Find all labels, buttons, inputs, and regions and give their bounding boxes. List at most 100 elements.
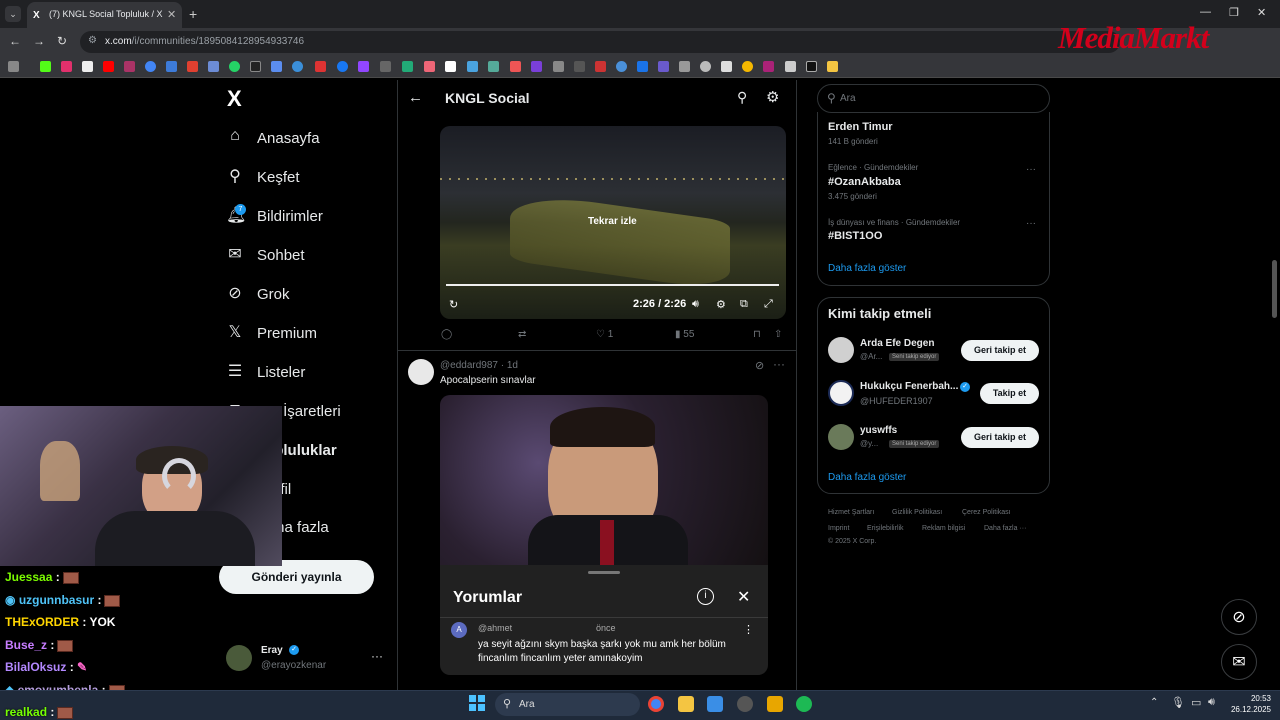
grok-icon[interactable]: ⊘ — [755, 359, 764, 372]
suggested-name[interactable]: yuswffs — [860, 425, 897, 436]
grok-fab-icon[interactable]: ⊘ — [1221, 599, 1257, 635]
bookmark-icon[interactable] — [785, 61, 796, 72]
comment-more-icon[interactable]: ⋮ — [743, 623, 754, 636]
reply-icon[interactable]: ◯ — [441, 329, 452, 340]
bookmark-icon[interactable] — [531, 61, 542, 72]
bookmark-icon[interactable] — [292, 61, 303, 72]
site-info-icon[interactable]: ⚙ — [88, 35, 97, 46]
trend-name[interactable]: #OzanAkbaba — [828, 176, 901, 188]
follow-button[interactable]: Takip et — [980, 383, 1039, 404]
tab-close-icon[interactable]: ✕ — [167, 8, 176, 21]
suggested-name[interactable]: Hukukçu Fenerbah... — [860, 381, 958, 392]
comment-author[interactable]: @ahmet — [478, 623, 512, 633]
views-button[interactable]: ▮ 55 — [675, 329, 694, 340]
footer-link[interactable]: Imprint — [828, 525, 849, 532]
scrollbar[interactable] — [1272, 260, 1277, 318]
trend-more-icon[interactable]: ··· — [1026, 164, 1036, 175]
bookmark-icon[interactable] — [166, 61, 177, 72]
bookmark-icon[interactable] — [124, 61, 135, 72]
bookmark-icon[interactable]: ⊓ — [753, 329, 761, 340]
avatar[interactable] — [828, 337, 854, 363]
bookmark-icon[interactable] — [402, 61, 413, 72]
bookmark-icon[interactable] — [271, 61, 282, 72]
bookmark-icon[interactable] — [61, 61, 72, 72]
footer-link[interactable]: Gizlilik Politikası — [892, 509, 942, 516]
bookmark-icon[interactable] — [337, 61, 348, 72]
clock-time[interactable]: 20:53 — [1245, 694, 1271, 703]
bookmark-icon[interactable] — [380, 61, 391, 72]
avatar[interactable] — [408, 359, 434, 385]
tray-chevron-icon[interactable]: ⌃ — [1150, 697, 1158, 708]
like-button[interactable]: ♡ 1 — [596, 329, 613, 340]
close-window-icon[interactable]: ✕ — [1257, 6, 1266, 19]
clock-date[interactable]: 26.12.2025 — [1226, 705, 1271, 714]
bookmark-icon[interactable] — [510, 61, 521, 72]
account-more-icon[interactable]: ··· — [371, 649, 383, 663]
bookmark-icon[interactable] — [721, 61, 732, 72]
bookmark-icon[interactable] — [82, 61, 93, 72]
photos-icon[interactable] — [707, 696, 723, 712]
bookmark-icon[interactable] — [250, 61, 261, 72]
back-arrow-icon[interactable]: ← — [408, 89, 423, 106]
bookmark-icon[interactable] — [40, 61, 51, 72]
footer-link[interactable]: Hizmet Şartları — [828, 509, 874, 516]
bookmark-icon[interactable] — [806, 61, 817, 72]
bookmark-icon[interactable] — [424, 61, 435, 72]
bookmark-icon[interactable] — [763, 61, 774, 72]
apps-icon[interactable] — [8, 61, 19, 72]
settings-gear-icon[interactable]: ⚙ — [766, 88, 779, 106]
footer-link[interactable]: Daha fazla ··· — [984, 525, 1026, 532]
video-settings-icon[interactable]: ⚙ — [716, 298, 726, 311]
back-icon[interactable]: ← — [9, 34, 21, 48]
maximize-icon[interactable]: ❐ — [1229, 6, 1239, 19]
bookmark-icon[interactable] — [358, 61, 369, 72]
file-explorer-icon[interactable] — [678, 696, 694, 712]
bookmark-icon[interactable] — [229, 61, 240, 72]
tab-search-icon[interactable]: ⌄ — [5, 6, 21, 22]
bookmark-icon[interactable] — [679, 61, 690, 72]
bookmark-icon[interactable] — [445, 61, 456, 72]
search-input[interactable]: ⚲ Ara — [817, 84, 1050, 113]
pip-icon[interactable]: ⧉ — [740, 298, 748, 311]
mic-icon[interactable]: 🎙︎ — [1171, 696, 1185, 709]
fullscreen-icon[interactable]: ⤢ — [764, 298, 773, 311]
bookmark-icon[interactable] — [742, 61, 753, 72]
replay-icon[interactable]: ↻ — [449, 298, 458, 311]
video-progress-bar[interactable] — [446, 284, 779, 286]
post-more-icon[interactable]: ··· — [773, 357, 785, 371]
forward-icon[interactable]: → — [33, 34, 45, 48]
minimize-icon[interactable]: — — [1200, 6, 1211, 18]
bookmark-icon[interactable] — [315, 61, 326, 72]
bookmark-icon[interactable] — [145, 61, 156, 72]
trends-show-more[interactable]: Daha fazla göster — [828, 263, 906, 274]
suggested-name[interactable]: Arda Efe Degen — [860, 338, 934, 349]
start-windows-icon[interactable] — [469, 695, 485, 711]
bookmark-icon[interactable] — [616, 61, 627, 72]
bookmark-icon[interactable] — [595, 61, 606, 72]
trend-more-icon[interactable]: ··· — [1026, 218, 1036, 229]
network-icon[interactable]: ▭ — [1191, 696, 1201, 709]
x-logo-icon[interactable]: X — [227, 86, 242, 112]
share-icon[interactable]: ⇧ — [774, 329, 782, 340]
obs-icon[interactable] — [737, 696, 753, 712]
post-video-thumbnail[interactable] — [440, 395, 768, 565]
follow-back-button[interactable]: Geri takip et — [961, 340, 1039, 361]
bookmark-icon[interactable] — [658, 61, 669, 72]
footer-link[interactable]: Erişilebilirlik — [867, 525, 904, 532]
avatar[interactable] — [828, 424, 854, 450]
folder-icon[interactable] — [827, 61, 838, 72]
avatar[interactable] — [828, 380, 854, 406]
new-tab-button[interactable]: + — [189, 6, 197, 22]
address-bar[interactable]: ⚙ x.com/i/communities/189508412895493374… — [80, 31, 1120, 53]
account-switcher[interactable]: Eray ✓ @erayozkenar ··· — [226, 643, 386, 677]
volume-icon[interactable]: 🔊︎ — [692, 298, 699, 311]
chrome-icon[interactable] — [648, 696, 664, 712]
bookmark-icon[interactable] — [208, 61, 219, 72]
info-icon[interactable]: i — [697, 588, 714, 605]
replay-button[interactable]: Tekrar izle — [588, 216, 637, 227]
bookmark-icon[interactable] — [187, 61, 198, 72]
taskbar-search[interactable]: ⚲ Ara — [495, 693, 640, 716]
bookmark-icon[interactable] — [637, 61, 648, 72]
browser-tab[interactable]: X (7) KNGL Social Topluluk / X ✕ — [27, 2, 182, 28]
close-icon[interactable]: ✕ — [737, 587, 750, 607]
